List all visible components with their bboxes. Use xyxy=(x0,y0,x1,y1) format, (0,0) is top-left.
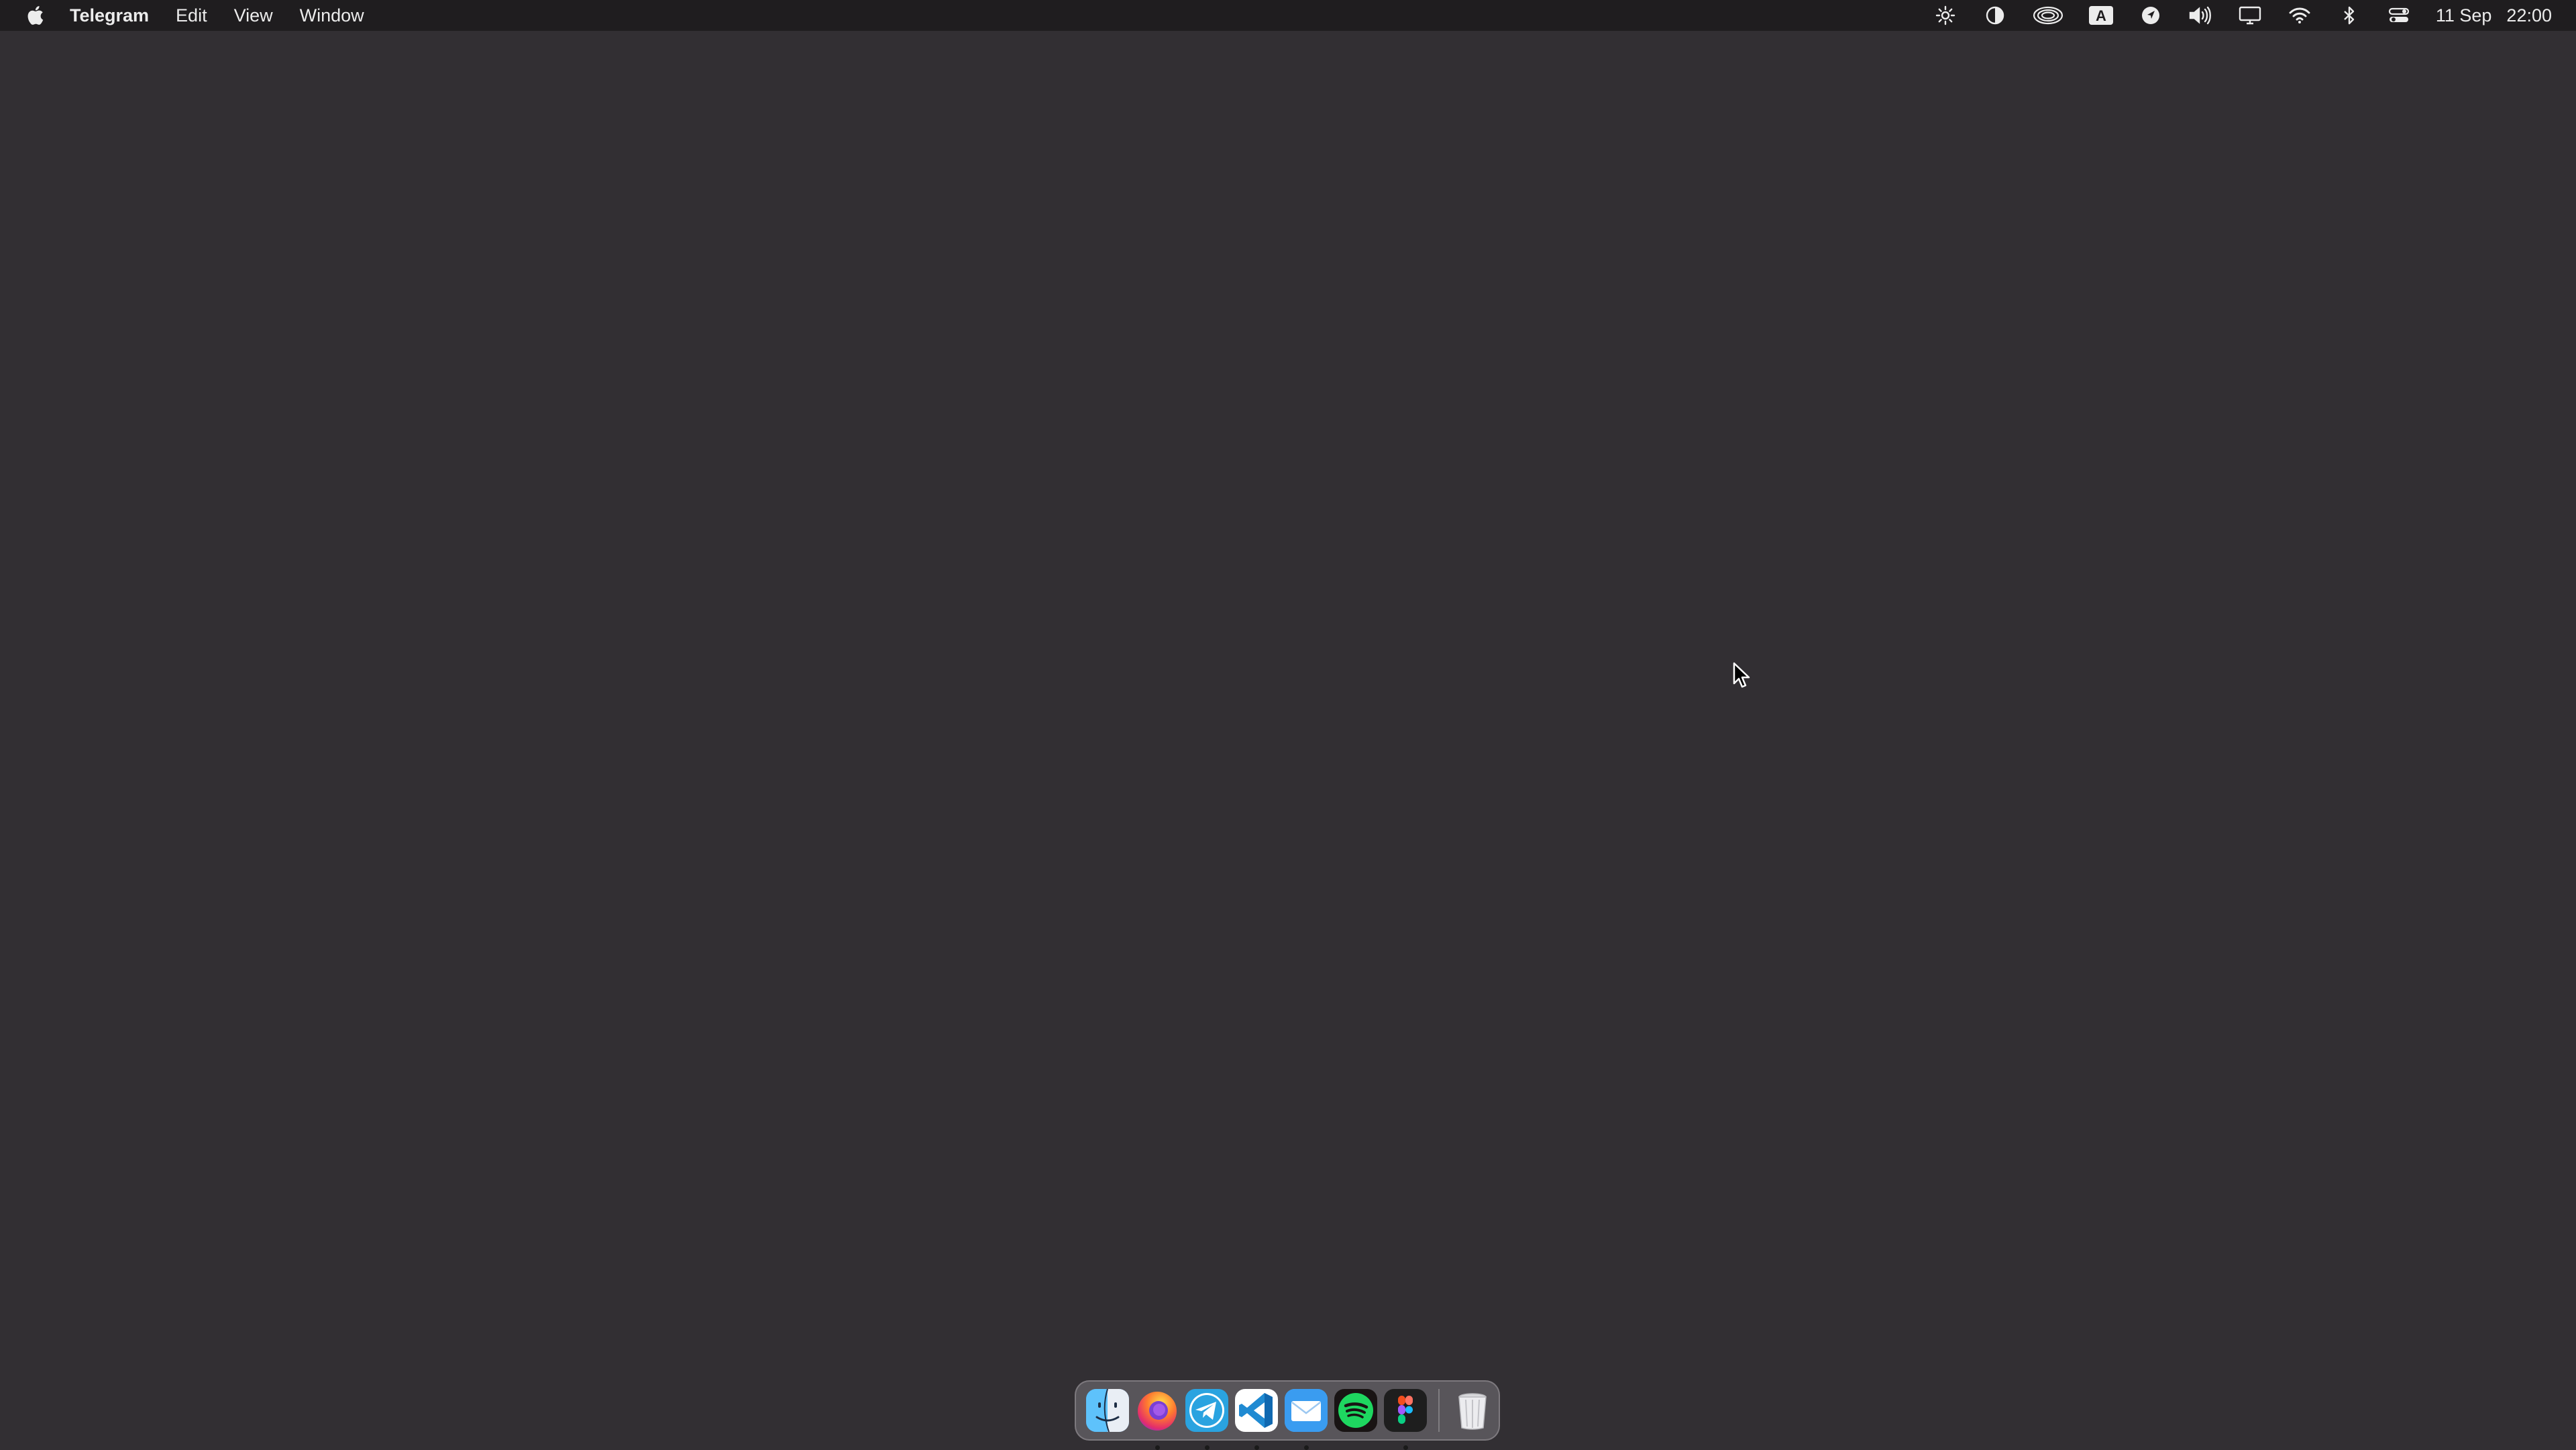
dock-item-telegram[interactable] xyxy=(1182,1380,1232,1450)
running-indicator xyxy=(1155,1445,1160,1450)
dock-item-mail[interactable] xyxy=(1281,1380,1331,1450)
airdrop-icon[interactable] xyxy=(2031,0,2065,31)
dock-item-firefox[interactable] xyxy=(1132,1380,1182,1450)
menu-view[interactable]: View xyxy=(221,0,286,31)
location-icon[interactable] xyxy=(2137,0,2164,31)
dark-mode-icon[interactable] xyxy=(1982,0,2008,31)
clock-time: 22:00 xyxy=(2506,5,2552,25)
input-source-icon[interactable]: A xyxy=(2088,0,2114,31)
running-indicator xyxy=(1403,1445,1408,1450)
bluetooth-icon[interactable] xyxy=(2336,0,2363,31)
clock-date: 11 Sep xyxy=(2435,5,2492,25)
finder-icon xyxy=(1086,1389,1129,1432)
dock xyxy=(1075,1380,1500,1450)
telegram-icon xyxy=(1185,1389,1228,1432)
brightness-icon[interactable] xyxy=(1932,0,1959,31)
firefox-icon xyxy=(1136,1389,1179,1432)
running-indicator xyxy=(1303,1445,1309,1450)
menu-app-name[interactable]: Telegram xyxy=(54,0,162,31)
trash-icon xyxy=(1451,1389,1494,1432)
input-source-label: A xyxy=(2096,7,2106,24)
control-center-icon[interactable] xyxy=(2385,0,2412,31)
menu-clock[interactable]: 11 Sep 22:00 xyxy=(2436,5,2552,26)
menu-edit[interactable]: Edit xyxy=(162,0,221,31)
running-indicator xyxy=(1204,1445,1210,1450)
mail-icon xyxy=(1285,1389,1328,1432)
apple-logo-icon[interactable] xyxy=(16,0,54,31)
running-indicator xyxy=(1254,1445,1259,1450)
wifi-icon[interactable] xyxy=(2286,0,2313,31)
display-icon[interactable] xyxy=(2237,0,2263,31)
vscode-icon xyxy=(1235,1389,1278,1432)
dock-separator xyxy=(1438,1389,1440,1432)
menu-window[interactable]: Window xyxy=(286,0,378,31)
dock-item-vscode[interactable] xyxy=(1232,1380,1281,1450)
figma-icon xyxy=(1384,1389,1427,1432)
dock-item-trash[interactable] xyxy=(1448,1380,1497,1441)
dock-item-finder[interactable] xyxy=(1083,1380,1132,1441)
dock-item-spotify[interactable] xyxy=(1331,1380,1381,1441)
menu-bar: Telegram Edit View Window A 11 Sep 22:00 xyxy=(0,0,2576,31)
volume-icon[interactable] xyxy=(2187,0,2214,31)
spotify-icon xyxy=(1334,1389,1377,1432)
mouse-cursor-icon xyxy=(1733,662,1750,688)
dock-item-figma[interactable] xyxy=(1381,1380,1430,1450)
